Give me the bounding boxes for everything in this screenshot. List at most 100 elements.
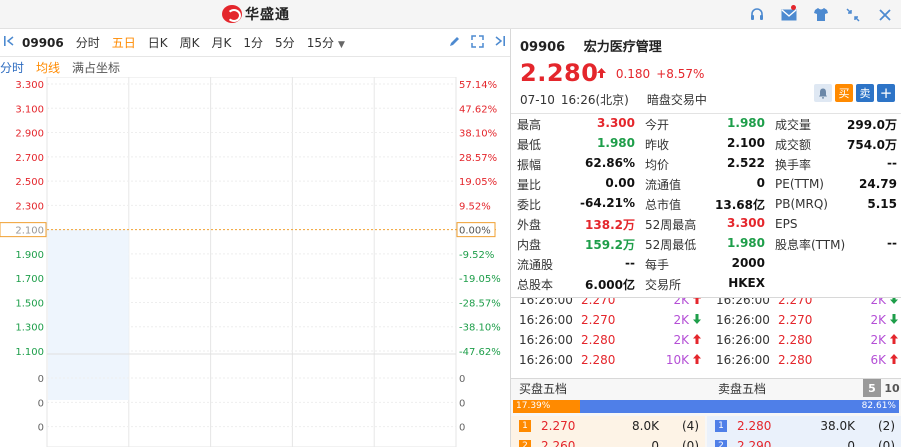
change-amount: 0.180 (615, 67, 651, 81)
ask-volume: 38.0K (820, 419, 855, 433)
toggle-average-line[interactable]: 均线 (36, 59, 60, 76)
quote-panel: 09906 宏力医疗管理 2.280 0.180 +8.57% 07-10 16:2… (511, 29, 901, 447)
percent-tick-label: -9.52% (459, 250, 494, 261)
stat-cell: 内盘 159.2万 (511, 236, 639, 253)
stat-label: 每手 (645, 257, 670, 272)
trade-time: 16:26:00 (716, 313, 770, 327)
trade-volume: 2K (870, 313, 886, 327)
ask-ratio: 82.61% (580, 400, 899, 413)
mail-icon[interactable] (773, 0, 805, 29)
stat-cell: 最高 3.300 (511, 116, 639, 133)
trade-row: 16:26:00 2.280 2K (511, 330, 706, 350)
quote-date: 07-10 (520, 93, 555, 107)
shirt-icon[interactable] (805, 0, 837, 29)
stat-label: 均价 (645, 157, 670, 172)
quote-time: 07-10 16:26(北京) 暗盘交易中 (520, 91, 725, 108)
trade-price: 2.280 (581, 353, 616, 367)
collapse-icon[interactable] (837, 0, 869, 29)
tab-intraday[interactable]: 分时 (76, 34, 100, 51)
depth-10-button[interactable]: 10 (883, 379, 901, 397)
up-arrow-icon (886, 353, 901, 367)
trade-price: 2.270 (581, 297, 616, 307)
stat-label: 换手率 (775, 157, 812, 172)
stat-value: 3.300 (727, 215, 765, 230)
trade-price: 2.280 (581, 333, 616, 347)
trade-time: 16:26:00 (519, 333, 573, 347)
stat-cell: 振幅 62.86% (511, 156, 639, 173)
stat-label: 成交额 (775, 137, 812, 152)
stat-label: EPS (775, 217, 798, 231)
price-tick-label: 1.700 (15, 274, 44, 285)
stat-value: 0.00 (605, 175, 635, 190)
stat-cell: 今开 1.980 (639, 116, 767, 133)
stat-label: 外盘 (517, 217, 542, 232)
trade-price: 2.280 (778, 333, 813, 347)
expand-icon[interactable] (471, 34, 484, 52)
stat-value: -- (625, 255, 635, 270)
session-status: 暗盘交易中 (646, 93, 707, 107)
stat-cell: PE(TTM) 24.79 (767, 177, 901, 191)
trade-volume: 2K (673, 297, 689, 307)
price-tick-label: 2.700 (15, 153, 44, 164)
tab-15min-dropdown[interactable]: 15分 ▼ (307, 34, 345, 51)
trade-price: 2.280 (778, 353, 813, 367)
depth-selector: 5 10 (863, 379, 901, 397)
stat-cell: 流通股 -- (511, 256, 639, 273)
trade-ticks[interactable]: 16:26:00 2.270 2K 16:26:00 2.270 2K 16:26:00 2.… (511, 297, 901, 378)
stat-value: -- (887, 235, 897, 250)
stat-cell: 股息率(TTM) -- (767, 236, 901, 253)
close-icon[interactable] (869, 0, 901, 29)
buy-button[interactable]: 买 (835, 84, 853, 102)
bid-level-index: 1 (519, 420, 531, 432)
tab-five-day[interactable]: 五日 (112, 34, 136, 51)
tab-daily-k[interactable]: 日K (148, 34, 168, 51)
percent-tick-label: -38.10% (459, 323, 501, 334)
stats-row: 外盘 138.2万 52周最高 3.300 EPS (511, 214, 901, 234)
percent-tick-label: 38.10% (459, 129, 497, 140)
stats-row: 量比 0.00 流通值 0 PE(TTM) 24.79 (511, 174, 901, 194)
stat-label: PE(TTM) (775, 177, 824, 191)
volume-tick-label: 0 (38, 374, 44, 385)
percent-tick-label: 57.14% (459, 80, 497, 91)
tab-5min[interactable]: 5分 (275, 34, 295, 51)
order-book-header: 买盘五档 卖盘五档 5 10 (511, 379, 901, 398)
trade-price: 2.270 (778, 313, 813, 327)
last-price: 2.280 (520, 59, 599, 87)
trade-volume: 2K (673, 313, 689, 327)
up-arrow-icon (689, 298, 705, 307)
trade-volume: 10K (665, 353, 689, 367)
order-book-row: 1 2.270 8.0K (4) 1 2.280 38.0K (2) (511, 416, 901, 436)
tab-1min[interactable]: 1分 (243, 34, 263, 51)
chevron-down-icon: ▼ (337, 40, 345, 50)
stat-value: 1.980 (597, 135, 635, 150)
toggle-intraday[interactable]: 分时 (0, 59, 24, 76)
stat-cell: EPS (767, 217, 901, 231)
trade-row: 16:26:00 2.270 2K (708, 310, 901, 330)
ask-count: (0) (878, 439, 895, 447)
stat-value: 6.000亿 (585, 277, 635, 292)
price-tick-label: 2.300 (15, 201, 44, 212)
tab-monthly-k[interactable]: 月K (212, 34, 232, 51)
tab-weekly-k[interactable]: 周K (180, 34, 200, 51)
bell-icon[interactable] (814, 84, 832, 102)
price-chart[interactable]: 3.300 57.14% 3.100 47.62% 2.900 38.10% 2.700 28… (0, 77, 510, 447)
sell-button[interactable]: 卖 (856, 84, 874, 102)
stats-row: 总股本 6.000亿 交易所 HKEX (511, 274, 901, 294)
stats-row: 内盘 159.2万 52周最低 1.980 股息率(TTM) -- (511, 234, 901, 254)
stats-row: 最高 3.300 今开 1.980 成交量 299.0万 (511, 114, 901, 134)
toggle-full-axis[interactable]: 满占坐标 (72, 59, 120, 76)
chart-stock-code: 09906 (22, 35, 64, 50)
stock-name: 宏力医疗管理 (583, 40, 662, 55)
price-tick-label: 2.500 (15, 177, 44, 188)
collapse-left-icon[interactable] (0, 35, 18, 50)
stat-value: 13.68亿 (715, 197, 765, 212)
headset-icon[interactable] (741, 0, 773, 29)
add-watchlist-button[interactable]: + (877, 84, 895, 102)
collapse-right-icon[interactable] (494, 35, 506, 51)
down-arrow-icon (886, 298, 901, 307)
pencil-icon[interactable] (448, 35, 461, 52)
percent-tick-label: 47.62% (459, 104, 497, 115)
up-arrow-icon (689, 353, 705, 367)
trade-price: 2.270 (778, 297, 813, 307)
depth-5-button[interactable]: 5 (863, 379, 881, 397)
